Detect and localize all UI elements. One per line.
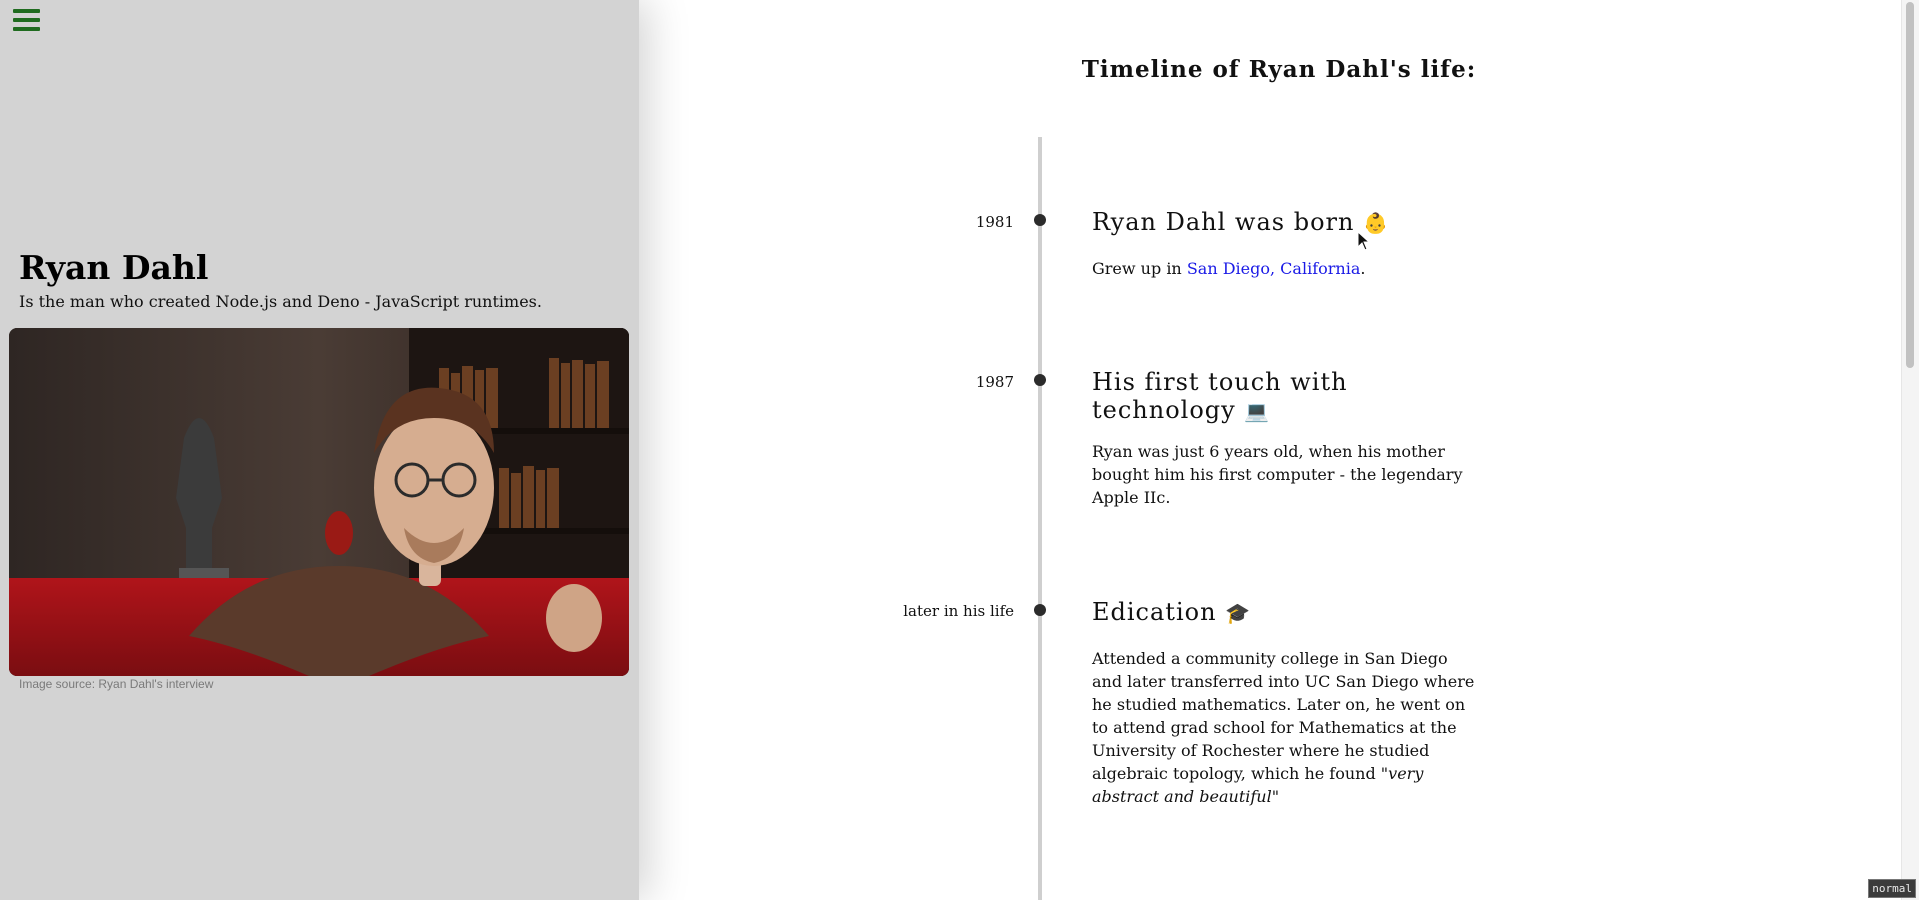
laptop-icon: 💻: [1244, 399, 1271, 423]
mode-indicator: normal: [1868, 879, 1916, 898]
hamburger-menu-icon[interactable]: [13, 9, 40, 32]
mouse-pointer-icon: [1357, 231, 1371, 251]
timeline-heading: Edication 🎓: [1092, 598, 1252, 626]
timeline-heading: His first touch with technology 💻: [1092, 368, 1348, 424]
profile-photo: [9, 328, 629, 676]
timeline-section: Timeline of Ryan Dahl's life: 1981 Ryan …: [639, 0, 1919, 900]
page-title: Timeline of Ryan Dahl's life:: [1081, 56, 1477, 83]
timeline-body: Grew up in San Diego, California.: [1092, 259, 1366, 278]
timeline-body: Ryan was just 6 years old, when his moth…: [1092, 442, 1463, 507]
vertical-scrollbar[interactable]: [1901, 0, 1919, 900]
profile-tagline: Is the man who created Node.js and Deno …: [19, 292, 542, 311]
image-caption: Image source: Ryan Dahl's interview: [19, 677, 214, 691]
timeline-line: [1038, 137, 1042, 900]
timeline-dot: [1034, 214, 1046, 226]
timeline-dot: [1034, 374, 1046, 386]
scrollbar-thumb[interactable]: [1906, 2, 1914, 368]
profile-name: Ryan Dahl: [19, 248, 209, 287]
timeline-heading: Ryan Dahl was born 👶: [1092, 208, 1389, 236]
graduation-cap-icon: 🎓: [1225, 601, 1252, 625]
timeline-date: 1987: [975, 373, 1014, 391]
timeline-dot: [1034, 604, 1046, 616]
timeline-date: 1981: [975, 213, 1014, 231]
sidebar: Ryan Dahl Is the man who created Node.js…: [0, 0, 639, 900]
timeline-date: later in his life: [903, 602, 1014, 620]
location-link[interactable]: San Diego, California: [1187, 259, 1361, 278]
timeline-body: Attended a community college in San Dieg…: [1092, 649, 1475, 806]
